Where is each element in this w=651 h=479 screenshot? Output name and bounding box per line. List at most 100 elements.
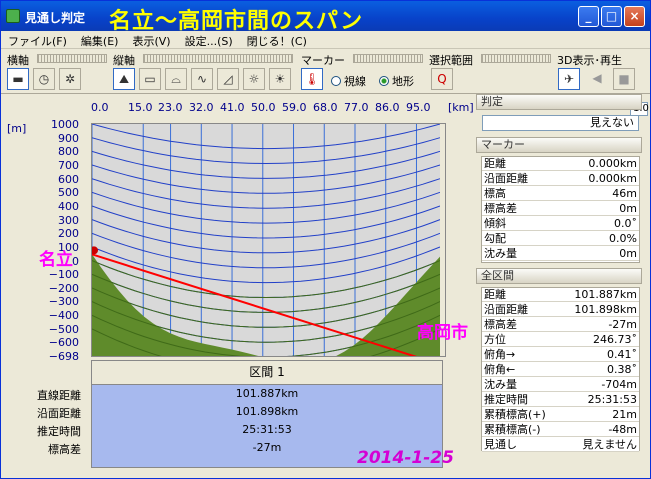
panel-row: 沿面距離 101.898km xyxy=(482,303,639,318)
panel-row-value: 0.0% xyxy=(609,232,637,245)
panel-row: 沈み量 0m xyxy=(482,247,639,262)
y-tick-label: −500 xyxy=(48,322,79,336)
vertical-axis-label: 縦軸 xyxy=(113,54,135,67)
section-header[interactable]: 区間 1 xyxy=(92,361,442,385)
radio-terrain[interactable]: 地形 xyxy=(379,73,414,89)
marker-slider[interactable] xyxy=(353,54,423,63)
y-tick-label: −300 xyxy=(48,295,79,309)
panel-row-key: 標高 xyxy=(484,187,506,200)
all-section-table: 距離 101.887km 沿面距離 101.898km 標高差 -27m 方位 246.73˚… xyxy=(481,287,640,453)
radio-sightline[interactable]: 視線 xyxy=(331,73,366,89)
panel-row-value: 0.0˚ xyxy=(614,217,637,230)
info-panel: 判定 見えない マーカー 距離 0.000km 沿面距離 0.000km 標高 46m 標高… xyxy=(476,94,642,477)
panel-row-key: 累積標高(-) xyxy=(484,423,541,436)
display3d-label: 3D表示･再生 xyxy=(557,54,622,67)
panel-row-key: 距離 xyxy=(484,157,506,170)
menu-edit[interactable]: 編集(E) xyxy=(74,31,126,49)
flat-line-icon[interactable]: ▭ xyxy=(139,68,161,90)
panel-row-value: 101.887km xyxy=(574,288,637,301)
x-tick-label: 68.0 xyxy=(313,101,338,114)
y-tick-label: 400 xyxy=(58,199,79,213)
x-tick-label: 86.0 xyxy=(375,101,400,114)
terrain-area xyxy=(92,254,440,356)
panel-row-key: 推定時間 xyxy=(484,393,528,406)
end-place-label: 高岡市 xyxy=(417,323,468,343)
y-tick-label: 800 xyxy=(58,145,79,159)
curve-icon[interactable]: ⌓ xyxy=(165,68,187,90)
panel-row-value: -48m xyxy=(608,423,637,436)
y-tick-label: −400 xyxy=(48,309,79,323)
panel-row-key: 沈み量 xyxy=(484,247,517,260)
panel-row: 方位 246.73˚ xyxy=(482,333,639,348)
marker-header: マーカー xyxy=(476,137,642,153)
marker-table: 距離 0.000km 沿面距離 0.000km 標高 46m 標高差 0m 傾斜 0.0˚ 勾配 0.… xyxy=(481,156,640,263)
thermometer-icon[interactable]: 🌡 xyxy=(301,68,323,90)
y-tick-label: 300 xyxy=(58,213,79,227)
radio-sightline-label: 視線 xyxy=(344,75,366,88)
grid-line-elevation xyxy=(92,219,441,254)
panel-row: 累積標高(+) 21m xyxy=(482,408,639,423)
profile-chart-svg xyxy=(92,124,445,356)
panel-row-value: 0m xyxy=(619,247,637,260)
minimize-button[interactable]: _ xyxy=(578,6,599,27)
title-bar[interactable]: 見通し判定 名立～高岡市間のスパン _ □ × xyxy=(1,1,650,34)
selection-label: 選択範囲 xyxy=(429,54,473,67)
3d-plane-icon[interactable]: ✈ xyxy=(558,68,580,90)
panel-row-value: -27m xyxy=(608,318,637,331)
judge-header: 判定 xyxy=(476,94,642,110)
slope-icon[interactable]: ◿ xyxy=(217,68,239,90)
panel-row-value: 46m xyxy=(612,187,637,200)
profile-chart[interactable] xyxy=(91,123,446,357)
panel-row-key: 俯角← xyxy=(484,363,516,376)
start-marker-icon xyxy=(92,246,98,255)
panel-row-value: 21m xyxy=(612,408,637,421)
panel-row-key: 方位 xyxy=(484,333,506,346)
summary-label: 直線距離 xyxy=(37,389,81,402)
panel-row-key: 標高差 xyxy=(484,202,517,215)
sun-icon[interactable]: ☼ xyxy=(243,68,265,90)
x-axis-unit: [km] xyxy=(448,101,474,114)
panel-row-key: 沈み量 xyxy=(484,378,517,391)
x-tick-label: 95.0 xyxy=(406,101,431,114)
grid-line-elevation xyxy=(92,164,441,194)
qr-target-icon[interactable]: Q xyxy=(431,68,453,90)
panel-row: 沈み量 -704m xyxy=(482,378,639,393)
vertical-axis-slider[interactable] xyxy=(143,54,293,63)
rewind-icon[interactable]: ◀ xyxy=(586,68,608,90)
sun-dots-icon[interactable]: ☀ xyxy=(269,68,291,90)
panel-row: 標高差 -27m xyxy=(482,318,639,333)
all-section-header: 全区間 xyxy=(476,268,642,284)
panel-row: 推定時間 25:31:53 xyxy=(482,393,639,408)
panel-row-value: 0.41˚ xyxy=(607,348,637,361)
panel-row-value: 0.38˚ xyxy=(607,363,637,376)
panel-row-key: 累積標高(+) xyxy=(484,408,546,421)
close-button[interactable]: × xyxy=(624,6,645,27)
selection-slider[interactable] xyxy=(481,54,551,63)
y-tick-label: −698 xyxy=(48,350,79,364)
summary-label: 沿面距離 xyxy=(37,407,81,420)
wave-icon[interactable]: ∿ xyxy=(191,68,213,90)
panel-row-key: 標高差 xyxy=(484,318,517,331)
panel-row: 俯角→ 0.41˚ xyxy=(482,348,639,363)
panel-row: 見通し 見えません xyxy=(482,438,639,453)
start-place-label: 名立 xyxy=(39,250,73,270)
panel-row-value: -704m xyxy=(601,378,637,391)
menu-view[interactable]: 表示(V) xyxy=(125,31,177,49)
grid-line-elevation xyxy=(92,137,441,165)
menu-close[interactable]: 閉じる！(C) xyxy=(240,31,314,49)
maximize-button[interactable]: □ xyxy=(601,6,622,27)
y-tick-label: −200 xyxy=(48,281,79,295)
summary-value: 101.898km xyxy=(235,405,299,418)
grid-line-elevation xyxy=(92,205,441,239)
stop-icon[interactable]: ■ xyxy=(613,68,635,90)
panel-row: 累積標高(-) -48m xyxy=(482,423,639,438)
x-axis: 0.0 15.0 23.0 32.0 41.0 50.0 59.0 68.0 7… xyxy=(91,101,474,115)
menu-settings[interactable]: 設定...(S) xyxy=(178,31,240,49)
panel-row: 標高差 0m xyxy=(482,202,639,217)
summary-label: 標高差 xyxy=(48,443,81,456)
marker-label: マーカー xyxy=(301,54,345,67)
mountain-icon[interactable]: ⛰ xyxy=(113,68,135,90)
panel-row-value: 0.000km xyxy=(588,157,637,170)
menu-bar: ファイル(F) 編集(E) 表示(V) 設定...(S) 閉じる！(C) xyxy=(1,31,650,49)
y-tick-label: 1000 xyxy=(51,118,79,131)
